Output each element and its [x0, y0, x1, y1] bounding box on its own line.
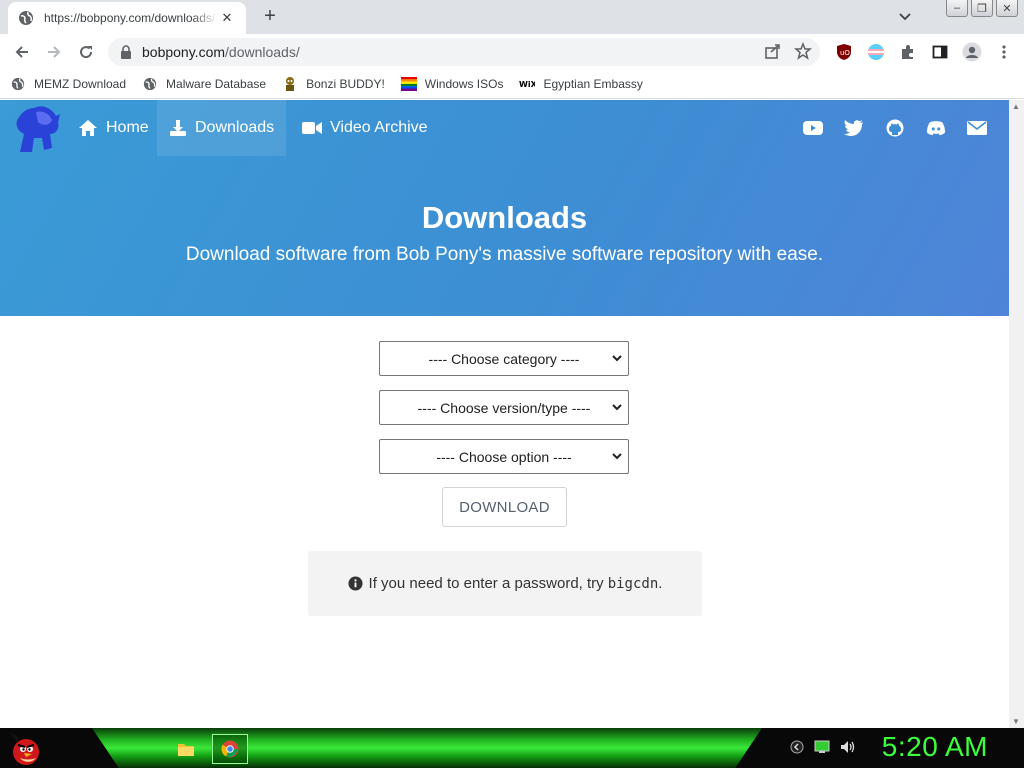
globe-icon [18, 10, 34, 26]
category-select-value: ---- Choose category ---- [428, 350, 580, 367]
notice-end: . [658, 575, 663, 592]
bobpony-logo[interactable] [12, 104, 64, 154]
taskbar-clock[interactable]: 5:20 AM [882, 731, 988, 763]
social-links [803, 118, 987, 138]
chevron-down-icon [612, 355, 622, 362]
tab-strip: https://bobpony.com/downloads/ ✕ + – ❐ ✕ [0, 0, 1024, 34]
password-notice: If you need to enter a password, try big… [308, 551, 702, 616]
new-tab-button[interactable]: + [258, 6, 282, 28]
bonzi-icon [282, 76, 298, 92]
youtube-icon[interactable] [803, 118, 823, 138]
nav-video-archive[interactable]: Video Archive [290, 100, 440, 156]
bookmark-windows-isos[interactable]: Windows ISOs [400, 76, 504, 92]
forward-arrow-icon[interactable] [42, 40, 66, 64]
browser-tab[interactable]: https://bobpony.com/downloads/ ✕ [8, 2, 246, 34]
globe-icon [10, 76, 26, 92]
taskbar: 5:20 AM [0, 728, 1024, 768]
scroll-down-arrow-icon[interactable]: ▼ [1012, 717, 1020, 726]
mail-icon[interactable] [967, 118, 987, 138]
minimize-button[interactable]: – [946, 0, 968, 17]
side-panel-icon[interactable] [928, 40, 952, 64]
chevron-down-icon [612, 404, 622, 411]
wix-icon: WiX [519, 76, 535, 92]
bookmark-memz[interactable]: MEMZ Download [10, 76, 126, 92]
nav-downloads[interactable]: Downloads [157, 100, 287, 156]
file-explorer-icon[interactable] [168, 734, 204, 764]
download-icon [170, 120, 186, 136]
lock-icon[interactable] [120, 45, 132, 59]
svg-text:WiX: WiX [519, 80, 535, 89]
info-icon [348, 576, 363, 591]
rainbow-flag-icon [400, 76, 417, 92]
url-host: bobpony.com [142, 44, 226, 60]
bookmark-egyptian-embassy[interactable]: WiX Egyptian Embassy [519, 76, 642, 92]
chevron-down-icon [612, 453, 622, 460]
back-arrow-icon[interactable] [10, 40, 34, 64]
nav-label: Home [106, 119, 149, 136]
profile-avatar-icon[interactable] [960, 40, 984, 64]
bookmark-label: Windows ISOs [424, 77, 504, 91]
volume-icon[interactable] [840, 740, 856, 757]
tab-search-chevron-icon[interactable] [894, 6, 916, 28]
share-icon[interactable] [764, 42, 782, 63]
bookmark-star-icon[interactable] [794, 41, 812, 63]
close-window-button[interactable]: ✕ [996, 0, 1018, 17]
globe-icon [142, 76, 158, 92]
hero-banner: Home Downloads Video Archive Downloads D… [0, 100, 1009, 316]
github-icon[interactable] [885, 118, 905, 138]
url-path: /downloads/ [225, 44, 300, 60]
version-type-select[interactable]: ---- Choose version/type ---- [379, 390, 629, 425]
download-button[interactable]: DOWNLOAD [442, 487, 567, 527]
address-bar[interactable]: bobpony.com/downloads/ [108, 38, 820, 66]
option-select-value: ---- Choose option ---- [436, 448, 572, 465]
bookmark-bonzi-buddy[interactable]: Bonzi BUDDY! [282, 76, 385, 92]
notice-text: If you need to enter a password, try [368, 575, 604, 592]
bookmark-label: Bonzi BUDDY! [306, 77, 385, 91]
nav-home[interactable]: Home [66, 100, 161, 156]
scroll-up-arrow-icon[interactable]: ▲ [1012, 102, 1020, 111]
bookmark-label: Malware Database [166, 77, 267, 91]
maximize-button[interactable]: ❐ [971, 0, 993, 17]
page-subtitle: Download software from Bob Pony's massiv… [185, 244, 824, 265]
bookmark-label: Egyptian Embassy [543, 77, 643, 91]
network-icon[interactable] [814, 740, 830, 757]
tab-close-icon[interactable]: ✕ [218, 9, 236, 27]
start-button-angry-bird-icon[interactable] [6, 730, 46, 766]
trans-flag-extension-icon[interactable] [864, 40, 888, 64]
version-select-value: ---- Choose version/type ---- [417, 399, 591, 416]
browser-toolbar: bobpony.com/downloads/ uO [0, 34, 1024, 70]
system-tray [790, 740, 856, 757]
video-icon [302, 122, 322, 134]
twitter-icon[interactable] [844, 118, 864, 138]
bookmark-label: MEMZ Download [34, 77, 127, 91]
site-navbar: Home Downloads Video Archive [0, 100, 1009, 156]
svg-text:uO: uO [840, 49, 850, 57]
category-select[interactable]: ---- Choose category ---- [379, 341, 629, 376]
window-controls: – ❐ ✕ [946, 0, 1018, 17]
password-code: bigcdn [607, 575, 659, 592]
bookmark-malware-database[interactable]: Malware Database [142, 76, 266, 92]
more-menu-icon[interactable] [992, 40, 1016, 64]
extensions-puzzle-icon[interactable] [896, 40, 920, 64]
nav-label: Downloads [195, 119, 275, 136]
page-title: Downloads [421, 200, 588, 235]
bookmarks-bar: MEMZ Download Malware Database Bonzi BUD… [0, 70, 1024, 99]
ublock-icon[interactable]: uO [832, 40, 856, 64]
nav-label: Video Archive [330, 119, 428, 136]
web-page: Home Downloads Video Archive Downloads D… [0, 100, 1009, 728]
option-select[interactable]: ---- Choose option ---- [379, 439, 629, 474]
discord-icon[interactable] [926, 118, 946, 138]
reload-icon[interactable] [74, 40, 98, 64]
tab-title: https://bobpony.com/downloads/ [44, 11, 216, 25]
tray-chevron-icon[interactable] [790, 740, 804, 757]
chrome-taskbar-icon[interactable] [212, 734, 248, 764]
page-scrollbar[interactable]: ▲ ▼ [1009, 100, 1024, 728]
home-icon [79, 120, 97, 136]
